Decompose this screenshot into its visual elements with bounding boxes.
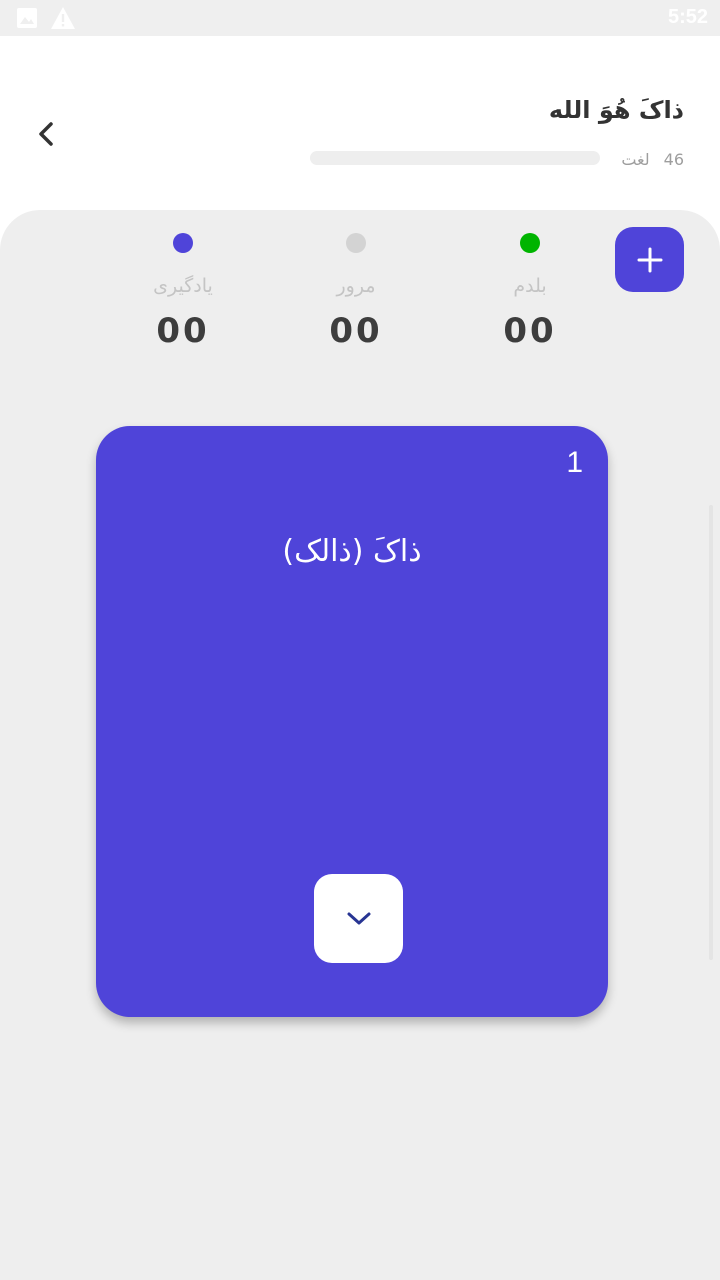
stat-dot xyxy=(520,233,540,253)
stat-known: بلدم 00 xyxy=(470,230,590,351)
word-count: 46 لغت xyxy=(621,150,684,169)
expand-card-button[interactable] xyxy=(314,874,403,963)
word-count-unit: لغت xyxy=(621,150,650,169)
word-count-value: 46 xyxy=(663,150,684,169)
back-chevron-icon[interactable] xyxy=(30,118,64,152)
scrollbar[interactable] xyxy=(709,505,713,960)
stat-count: 00 xyxy=(503,311,557,351)
image-icon xyxy=(17,8,37,28)
warning-icon xyxy=(51,7,75,29)
learning-progress-bar xyxy=(310,151,600,165)
stat-label: بلدم xyxy=(513,275,547,297)
stat-dot xyxy=(173,233,193,253)
stat-learning: یادگیری 00 xyxy=(123,230,243,351)
header: ذاکَ هُوَ الله 46 لغت xyxy=(0,36,720,226)
flashcard[interactable]: 1 ذاکَ (ذالک) xyxy=(96,426,608,1017)
status-time: 5:52 xyxy=(667,6,708,28)
page-title: ذاکَ هُوَ الله xyxy=(548,96,684,124)
stat-review: مرور 00 xyxy=(296,230,416,351)
stat-dot xyxy=(346,233,366,253)
plus-icon xyxy=(637,247,662,272)
stat-count: 00 xyxy=(156,311,210,351)
add-button[interactable] xyxy=(615,227,684,292)
stat-label: مرور xyxy=(336,275,376,297)
stat-count: 00 xyxy=(329,311,383,351)
card-word: ذاکَ (ذالک) xyxy=(282,534,422,569)
status-bar: 5:52 xyxy=(0,0,720,36)
card-index: 1 xyxy=(566,446,583,479)
chevron-down-icon xyxy=(347,912,370,924)
stat-label: یادگیری xyxy=(153,275,213,297)
